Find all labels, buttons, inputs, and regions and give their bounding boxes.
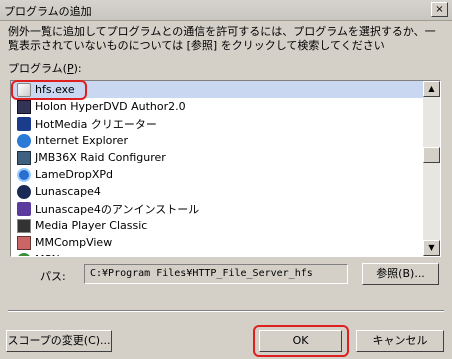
scroll-up-button[interactable]: ▲ bbox=[423, 81, 440, 97]
close-icon: × bbox=[435, 4, 444, 15]
program-list-label: プログラム(P): bbox=[8, 62, 82, 75]
list-item[interactable]: LameDropXPd bbox=[11, 166, 423, 183]
list-item-label: MSN bbox=[35, 253, 60, 256]
path-field: C:¥Program Files¥HTTP_File_Server_hfs bbox=[84, 264, 348, 284]
list-item-label: JMB36X Raid Configurer bbox=[35, 151, 166, 164]
list-item[interactable]: Holon HyperDVD Author2.0 bbox=[11, 98, 423, 115]
raid-configurer-icon bbox=[17, 150, 31, 165]
list-item[interactable]: MSN bbox=[11, 251, 423, 256]
list-item-label: Internet Explorer bbox=[35, 134, 128, 147]
list-item-label: Lunascape4 bbox=[35, 185, 101, 198]
lunascape-icon bbox=[17, 184, 31, 199]
ok-button-highlight bbox=[253, 325, 349, 357]
browse-button[interactable]: 参照(B)... bbox=[362, 263, 439, 285]
hotmedia-icon bbox=[17, 116, 31, 131]
scroll-thumb[interactable] bbox=[423, 147, 440, 163]
separator bbox=[8, 310, 444, 312]
path-label: パス: bbox=[40, 270, 66, 283]
list-item[interactable]: Internet Explorer bbox=[11, 132, 423, 149]
dvd-author-icon bbox=[17, 99, 31, 114]
lamedrop-icon bbox=[17, 167, 31, 182]
selected-item-highlight bbox=[11, 80, 87, 100]
list-item[interactable]: Media Player Classic bbox=[11, 217, 423, 234]
media-player-icon bbox=[17, 218, 31, 233]
msn-icon bbox=[17, 252, 31, 256]
mmcompview-icon bbox=[17, 235, 31, 250]
list-item-label: Holon HyperDVD Author2.0 bbox=[35, 100, 186, 113]
cancel-button[interactable]: キャンセル bbox=[356, 330, 444, 352]
uninstall-icon bbox=[17, 201, 31, 216]
program-listbox[interactable]: hfs.exe Holon HyperDVD Author2.0 HotMedia … bbox=[10, 80, 441, 257]
internet-explorer-icon bbox=[17, 133, 31, 148]
vertical-scrollbar[interactable]: ▲ ▼ bbox=[423, 81, 440, 256]
list-item[interactable]: Lunascape4のアンインストール bbox=[11, 200, 423, 217]
description-text: 例外一覧に追加してプログラムとの通信を許可するには、プログラムを選択するか、一覧… bbox=[8, 25, 436, 52]
list-item[interactable]: Lunascape4 bbox=[11, 183, 423, 200]
close-button[interactable]: × bbox=[431, 2, 448, 17]
list-item[interactable]: MMCompView bbox=[11, 234, 423, 251]
window-title: プログラムの追加 bbox=[4, 5, 92, 18]
list-item[interactable]: JMB36X Raid Configurer bbox=[11, 149, 423, 166]
list-item-label: Lunascape4のアンインストール bbox=[35, 202, 200, 216]
change-scope-button[interactable]: スコープの変更(C)... bbox=[6, 330, 112, 352]
list-item[interactable]: HotMedia クリエーター bbox=[11, 115, 423, 132]
list-item-label: LameDropXPd bbox=[35, 168, 113, 181]
title-bar: プログラムの追加 × bbox=[0, 0, 452, 21]
list-item-label: MMCompView bbox=[35, 236, 113, 249]
scroll-down-button[interactable]: ▼ bbox=[423, 240, 440, 256]
program-list: hfs.exe Holon HyperDVD Author2.0 HotMedia … bbox=[11, 81, 423, 256]
list-item-label: HotMedia クリエーター bbox=[35, 117, 157, 131]
list-item-label: Media Player Classic bbox=[35, 219, 148, 232]
